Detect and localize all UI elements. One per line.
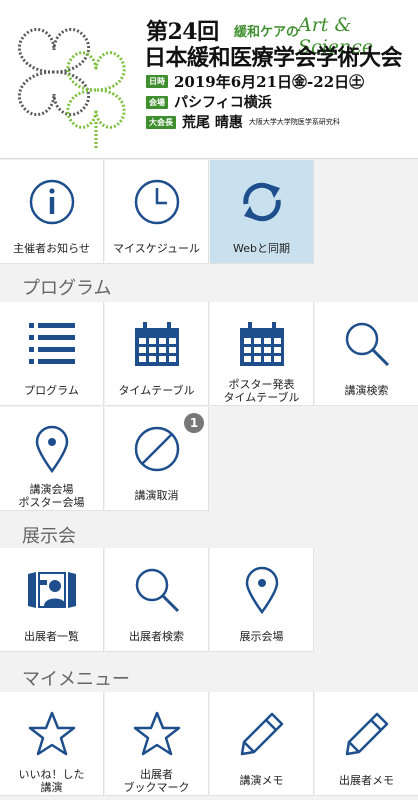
search-icon [315,318,418,370]
pencil-icon [315,708,418,760]
venue-row: 会場 パシフィコ横浜 [146,92,272,112]
timetable-label: タイムテーブル [118,384,195,397]
mymenu-section-header: マイメニュー [22,669,130,690]
exhibitor-search-label: 出展者検索 [129,630,184,643]
poster-timetable-label-line1: ポスター発表 [228,378,295,391]
exhibitor-bookmark-label-line2: ブックマーク [123,781,190,794]
exhibitor-memo-label: 出展者メモ [339,774,394,787]
poster-timetable-button[interactable]: ポスター発表 タイムテーブル [210,302,314,406]
chair-badge: 大会長 [146,115,176,129]
info-icon [0,176,103,228]
exhibitor-bookmark-button[interactable]: 出展者 ブックマーク [105,692,209,796]
clover-logo [17,28,126,148]
talk-cancel-label: 講演取消 [134,489,179,502]
date-text: 2019年6月21日㊎-22日㊏ [174,73,365,91]
calendar-icon [105,318,208,370]
sync-icon [210,176,313,228]
program-section-header: プログラム [22,278,112,299]
star-icon [105,708,208,760]
clock-icon [105,176,208,228]
star-icon [0,708,103,760]
venue-map-button[interactable]: 講演会場 ポスター会場 [0,407,104,511]
talk-cancel-button[interactable]: 講演取消 1 [105,407,209,511]
talk-memo-label: 講演メモ [239,774,284,787]
calendar-icon [210,318,313,370]
venue-map-label-line2: ポスター会場 [18,496,85,509]
conference-tagline: 緩和ケアの [234,25,300,40]
my-schedule-button[interactable]: マイスケジュール [105,160,209,264]
talk-memo-button[interactable]: 講演メモ [210,692,314,796]
talk-search-button[interactable]: 講演検索 [315,302,418,406]
search-icon [105,564,208,616]
divider [0,158,418,159]
organizer-news-label: 主催者お知らせ [13,242,90,255]
exhibitor-booth-icon [0,564,103,616]
exhibition-hall-label: 展示会場 [239,630,284,643]
exhibition-hall-button[interactable]: 展示会場 [210,548,314,652]
exhibitor-list-label: 出展者一覧 [24,630,79,643]
venue-badge: 会場 [146,95,168,109]
program-label: プログラム [24,384,79,397]
organizer-news-button[interactable]: 主催者お知らせ [0,160,104,264]
conference-banner: 第24回 緩和ケアの Art & Science 日本緩和医療学会学術大会 日時… [0,0,418,158]
location-pin-icon [210,564,313,616]
web-sync-button[interactable]: Webと同期 [210,160,314,264]
program-button[interactable]: プログラム [0,302,104,406]
venue-map-label-line1: 講演会場 [29,483,74,496]
web-sync-label: Webと同期 [233,242,290,255]
poster-timetable-label-line2: タイムテーブル [223,391,300,404]
notification-badge: 1 [184,413,204,433]
exhibitor-search-button[interactable]: 出展者検索 [105,548,209,652]
date-row: 日時 2019年6月21日㊎-22日㊏ [146,71,364,92]
date-badge: 日時 [146,75,168,88]
talk-search-label: 講演検索 [344,384,389,397]
location-pin-icon [0,423,103,475]
liked-talks-label-line2: 講演 [40,781,63,794]
chair-name: 荒尾 晴惠 [182,115,243,131]
timetable-button[interactable]: タイムテーブル [105,302,209,406]
liked-talks-button[interactable]: いいね！した 講演 [0,692,104,796]
exhibitor-bookmark-label-line1: 出展者 [140,768,173,781]
my-schedule-label: マイスケジュール [113,242,200,255]
exhibitor-memo-button[interactable]: 出展者メモ [315,692,418,796]
list-icon [0,318,103,370]
chair-row: 大会長 荒尾 晴惠 大阪大学大学院医学系研究科 [146,112,340,132]
venue-text: パシフィコ横浜 [174,95,272,111]
pencil-icon [210,708,313,760]
chair-affiliation: 大阪大学大学院医学系研究科 [248,118,340,126]
liked-talks-label-line1: いいね！した [18,768,85,781]
exhibitor-list-button[interactable]: 出展者一覧 [0,548,104,652]
exhibition-section-header: 展示会 [22,526,76,547]
conference-title: 日本緩和医療学会学術大会 [144,45,403,71]
